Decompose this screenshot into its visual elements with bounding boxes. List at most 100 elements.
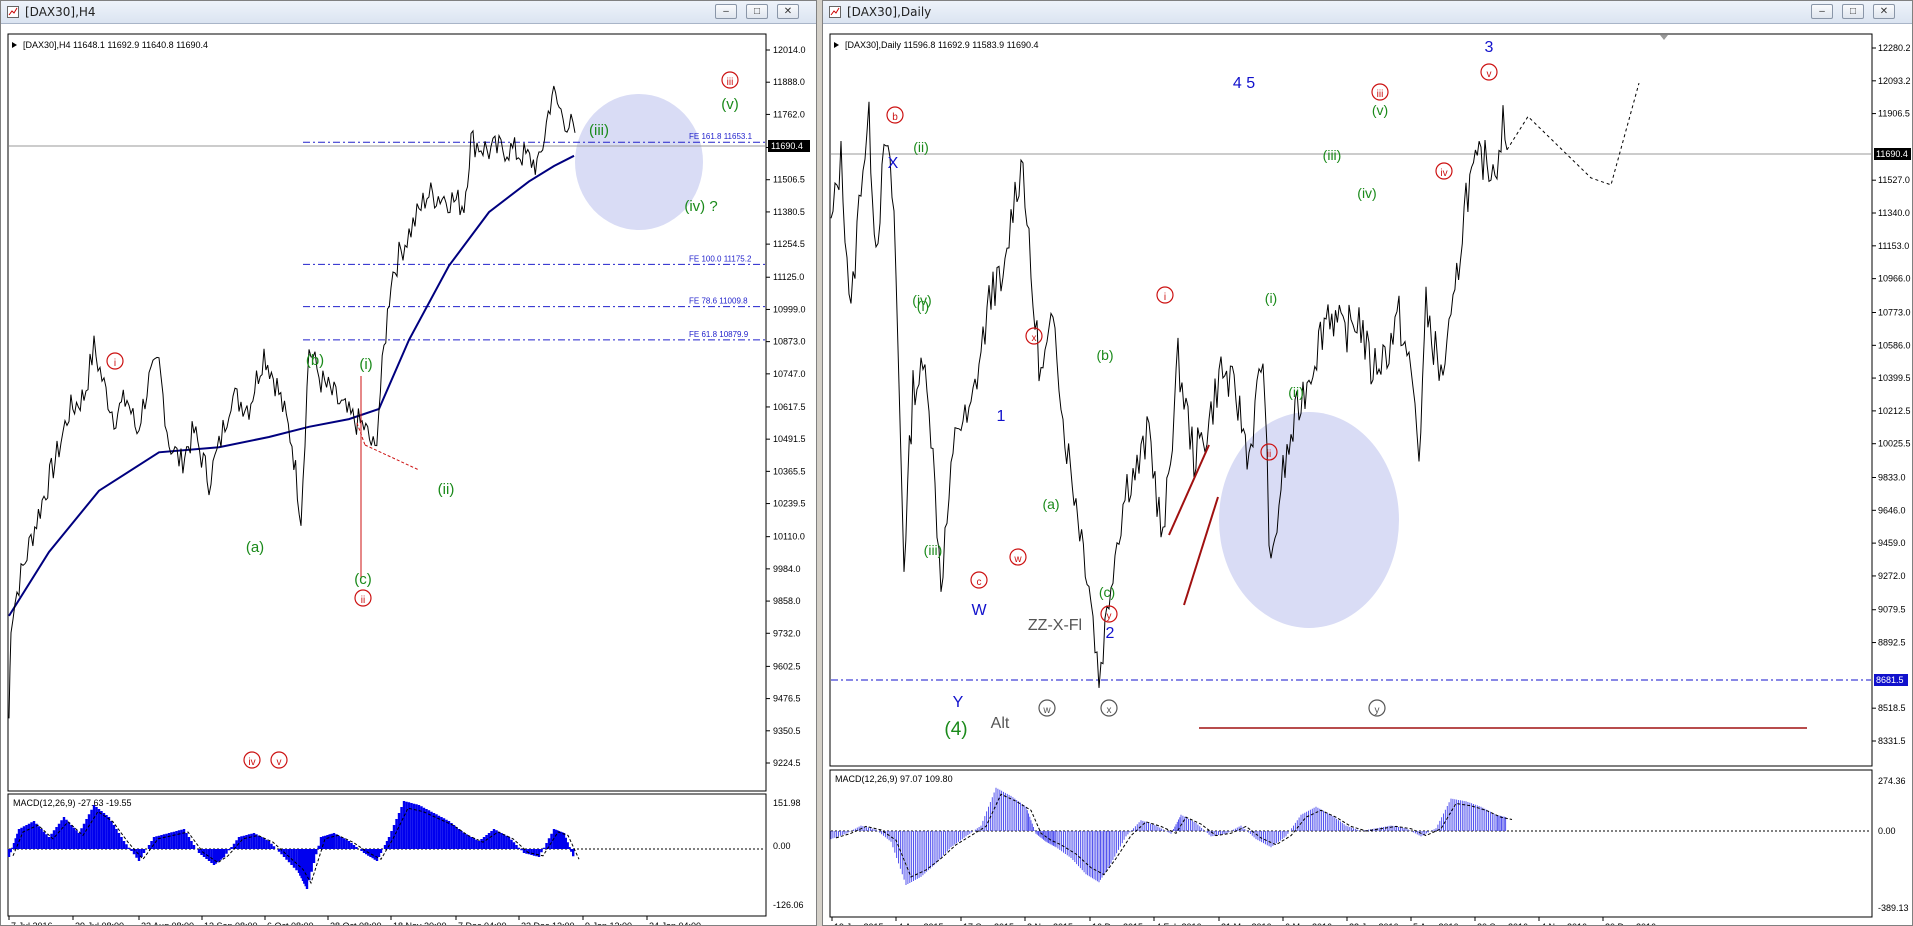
wave-label: (a): [1042, 496, 1059, 512]
h4-y-tick-label: 11762.0: [773, 109, 805, 119]
daily-x-tick-label: 2 Nov 2015: [1027, 922, 1073, 926]
daily-title-bar[interactable]: [DAX30],Daily – □ ✕: [823, 1, 1912, 24]
h4-x-tick-label: 9 Jan 12:00: [585, 921, 632, 926]
minimize-button[interactable]: –: [1811, 4, 1833, 19]
h4-chart[interactable]: [DAX30],H4 11648.1 11692.9 11640.8 11690…: [1, 23, 816, 926]
close-button[interactable]: ✕: [1873, 4, 1895, 19]
daily-support-price-text: 8681.5: [1876, 675, 1904, 685]
wave-label: (iii): [589, 122, 609, 139]
h4-x-tick-label: 6 Oct 08:00: [267, 921, 314, 926]
daily-x-tick-label: 19 Jun 2015: [834, 922, 884, 926]
h4-y-tick-label: 10617.5: [773, 402, 806, 412]
daily-x-tick-label: 22 Jun 2016: [1349, 922, 1399, 926]
h4-y-tick-label: 9224.5: [773, 758, 801, 768]
h4-x-tick-label: 28 Oct 08:00: [330, 921, 382, 926]
daily-x-tick-label: 4 Aug 2015: [898, 922, 944, 926]
h4-chart-window[interactable]: [DAX30],H4 – □ ✕ [DAX30],H4 11648.1 1169…: [0, 0, 817, 926]
daily-y-tick-label: 12093.2: [1878, 76, 1911, 86]
wave-label: i: [1164, 292, 1166, 303]
h4-macd-label: MACD(12,26,9) -27.63 -19.55: [13, 798, 132, 808]
daily-y-tick-label: 11906.5: [1878, 109, 1910, 119]
daily-y-tick-label: 10212.5: [1878, 406, 1911, 416]
daily-price-plot-frame: [829, 33, 1873, 767]
h4-y-tick-label: 9476.5: [773, 694, 801, 704]
daily-x-tick-label: 4 Nov 2016: [1541, 922, 1587, 926]
h4-y-tick-label: 10999.0: [773, 304, 806, 314]
wave-label: (4): [944, 719, 967, 740]
wave-label: iv: [1440, 168, 1447, 179]
daily-x-tick-label: 20 Sep 2016: [1477, 922, 1528, 926]
daily-y-tick-label: 8331.5: [1878, 736, 1906, 746]
daily-y-tick-label: 9646.0: [1878, 505, 1906, 515]
h4-y-tick-label: 11125.0: [773, 272, 804, 282]
chart-window-icon: [829, 6, 841, 18]
daily-y-tick-label: 9459.0: [1878, 538, 1906, 548]
wave-label: v: [1487, 69, 1492, 80]
wave-label: (ii): [1288, 384, 1304, 400]
wave-label: (ii): [438, 481, 455, 498]
maximize-button[interactable]: □: [746, 4, 768, 19]
daily-x-tick-label: 6 May 2016: [1285, 922, 1332, 926]
maximize-button[interactable]: □: [1842, 4, 1864, 19]
h4-y-tick-label: 12014.0: [773, 45, 806, 55]
wave-label: (iii): [1323, 147, 1342, 163]
wave-label: (i): [359, 356, 372, 373]
wave-label: w: [1013, 554, 1022, 565]
wave-label: 1: [997, 408, 1006, 425]
h4-macd-tick-label: 0.00: [773, 841, 791, 851]
wave-label: W: [971, 602, 987, 619]
wave-label: 4 5: [1233, 75, 1255, 92]
h4-y-tick-label: 9858.0: [773, 596, 801, 606]
wave-label: b: [892, 112, 898, 123]
h4-macd-plot-frame: [7, 793, 767, 917]
h4-x-tick-label: 13 Sep 08:00: [204, 921, 258, 926]
daily-current-price-text: 11690.4: [1876, 149, 1908, 159]
wave-label: iii: [727, 77, 734, 88]
h4-y-tick-label: 11380.5: [773, 207, 805, 217]
close-button[interactable]: ✕: [777, 4, 799, 19]
wave-label: (a): [246, 539, 264, 556]
wave-label: x: [1107, 705, 1112, 716]
h4-y-tick-label: 11254.5: [773, 239, 805, 249]
h4-y-tick-label: 9732.0: [773, 628, 801, 638]
daily-chart[interactable]: [DAX30],Daily 11596.8 11692.9 11583.9 11…: [823, 23, 1912, 926]
h4-x-tick-label: 7 Dec 04:00: [458, 921, 507, 926]
fib-level-label: FE 61.8 10879.9: [689, 330, 749, 339]
fib-level-label: FE 100.0 11175.2: [689, 254, 752, 263]
minimize-button[interactable]: –: [715, 4, 737, 19]
wave-label: (ii): [913, 139, 929, 155]
wave-label: (b): [1096, 347, 1113, 363]
daily-chart-header: [DAX30],Daily 11596.8 11692.9 11583.9 11…: [845, 40, 1038, 50]
wave-label: c: [977, 577, 982, 588]
daily-y-tick-label: 10025.5: [1878, 439, 1911, 449]
h4-x-tick-label: 24 Jan 04:00: [649, 921, 701, 926]
wave-label: y: [1107, 611, 1112, 622]
daily-macd-label: MACD(12,26,9) 97.07 109.80: [835, 774, 953, 784]
wave-label: (c): [354, 571, 372, 588]
daily-y-tick-label: 10586.0: [1878, 340, 1911, 350]
wave-label: ii: [361, 595, 365, 606]
wave-label: x: [1032, 333, 1037, 344]
wave-label: ii: [1267, 449, 1271, 460]
wave-label: iii: [1377, 89, 1384, 100]
wave-label: (iii): [924, 542, 943, 558]
daily-chart-window[interactable]: [DAX30],Daily – □ ✕ [DAX30],Daily 11596.…: [822, 0, 1913, 926]
wave-label: Y: [953, 694, 964, 711]
daily-y-tick-label: 9833.0: [1878, 472, 1906, 482]
h4-x-tick-label: 22 Aug 08:00: [141, 921, 194, 926]
h4-y-tick-label: 10873.0: [773, 337, 806, 347]
h4-chart-header: [DAX30],H4 11648.1 11692.9 11640.8 11690…: [23, 40, 208, 50]
wave-label: (iv): [912, 292, 931, 308]
daily-macd-tick-label: 0.00: [1878, 826, 1896, 836]
h4-title-bar[interactable]: [DAX30],H4 – □ ✕: [1, 1, 816, 24]
daily-y-tick-label: 11340.0: [1878, 208, 1910, 218]
h4-macd-tick-label: 151.98: [773, 798, 801, 808]
daily-x-tick-label: 4 Feb 2016: [1156, 922, 1202, 926]
h4-y-tick-label: 10110.0: [773, 532, 805, 542]
h4-y-tick-label: 11888.0: [773, 77, 805, 87]
daily-window-title: [DAX30],Daily: [847, 5, 932, 19]
daily-y-tick-label: 9272.0: [1878, 571, 1906, 581]
chart-window-icon: [7, 6, 19, 18]
h4-current-price-text: 11690.4: [771, 141, 803, 151]
h4-y-tick-label: 10239.5: [773, 499, 806, 509]
